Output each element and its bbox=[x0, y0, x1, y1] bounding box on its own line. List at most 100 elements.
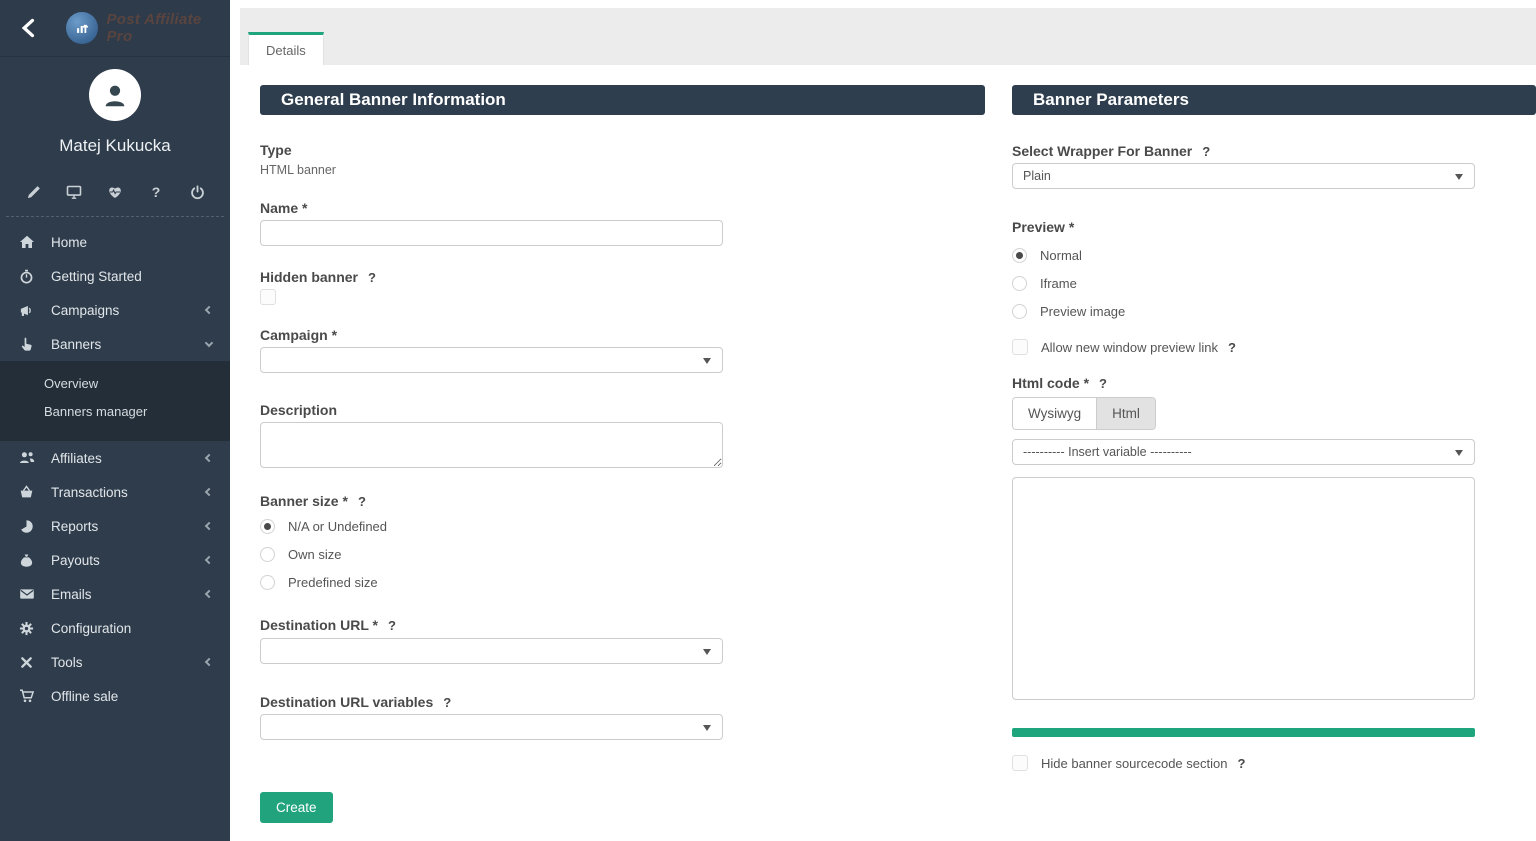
description-textarea[interactable] bbox=[260, 422, 723, 468]
tab-bar: Details bbox=[240, 8, 1536, 65]
destination-url-variables-label-row: Destination URL variables ? bbox=[260, 694, 985, 710]
allow-new-window-checkbox[interactable] bbox=[1012, 339, 1028, 355]
html-code-textarea[interactable] bbox=[1012, 477, 1475, 700]
destination-url-variables-select[interactable] bbox=[260, 714, 723, 740]
allow-new-window-label: Allow new window preview link bbox=[1041, 339, 1219, 355]
preview-label: Preview * bbox=[1012, 219, 1075, 235]
shopping-cart-icon bbox=[18, 688, 35, 704]
preview-radio-iframe[interactable]: Iframe bbox=[1012, 274, 1536, 292]
insert-variable-select[interactable]: ---------- Insert variable ---------- bbox=[1012, 439, 1475, 465]
app-logo-icon[interactable] bbox=[66, 12, 98, 44]
html-code-label-row: Html code * ? bbox=[1012, 375, 1536, 391]
hide-sourcecode-label: Hide banner sourcecode section bbox=[1041, 755, 1228, 771]
progress-bar bbox=[1012, 728, 1475, 737]
hidden-banner-label-row: Hidden banner ? bbox=[260, 269, 985, 285]
help-icon[interactable]: ? bbox=[368, 270, 376, 285]
sidebar-item-label: Getting Started bbox=[51, 268, 142, 284]
wysiwyg-tab[interactable]: Wysiwyg bbox=[1013, 398, 1097, 429]
banner-size-radio-predefined[interactable]: Predefined size bbox=[260, 573, 985, 591]
hidden-banner-checkbox[interactable] bbox=[260, 289, 276, 305]
destination-url-label-row: Destination URL * ? bbox=[260, 617, 985, 633]
sidebar-item-label: Affiliates bbox=[51, 450, 102, 466]
chevron-left-icon bbox=[204, 305, 214, 315]
sidebar-item-offline-sale[interactable]: Offline sale bbox=[0, 679, 230, 713]
caret-down-icon bbox=[1455, 450, 1463, 456]
destination-url-select[interactable] bbox=[260, 638, 723, 664]
sidebar-item-transactions[interactable]: Transactions bbox=[0, 475, 230, 509]
sidebar-item-label: Home bbox=[51, 234, 88, 250]
heart-pulse-icon[interactable] bbox=[106, 183, 124, 201]
sidebar-item-label: Payouts bbox=[51, 552, 100, 568]
sidebar-item-emails[interactable]: Emails bbox=[0, 577, 230, 611]
chevron-down-icon bbox=[204, 338, 214, 347]
submenu-item-banners-manager[interactable]: Banners manager bbox=[0, 398, 230, 426]
banner-size-label: Banner size * bbox=[260, 493, 348, 509]
avatar[interactable] bbox=[89, 69, 141, 121]
chevron-left-icon bbox=[204, 487, 214, 497]
wrapper-label: Select Wrapper For Banner bbox=[1012, 143, 1193, 159]
sidebar-item-reports[interactable]: Reports bbox=[0, 509, 230, 543]
create-button[interactable]: Create bbox=[260, 792, 333, 823]
banner-size-label-row: Banner size * ? bbox=[260, 493, 985, 509]
sidebar-item-payouts[interactable]: Payouts bbox=[0, 543, 230, 577]
caret-down-icon bbox=[703, 358, 711, 364]
tab-details[interactable]: Details bbox=[248, 32, 324, 65]
description-label: Description bbox=[260, 402, 338, 418]
sidebar-item-configuration[interactable]: Configuration bbox=[0, 611, 230, 645]
preview-radio-normal[interactable]: Normal bbox=[1012, 246, 1536, 264]
banner-size-radio-na[interactable]: N/A or Undefined bbox=[260, 517, 985, 535]
sidebar-item-label: Transactions bbox=[51, 484, 128, 500]
sidebar-item-affiliates[interactable]: Affiliates bbox=[0, 441, 230, 475]
stopwatch-icon bbox=[18, 268, 35, 284]
sidebar-item-label: Campaigns bbox=[51, 302, 120, 318]
sidebar-item-label: Banners bbox=[51, 336, 102, 352]
submenu-item-overview[interactable]: Overview bbox=[0, 370, 230, 398]
chevron-left-icon bbox=[204, 657, 214, 667]
sidebar: Post Affiliate Pro Matej Kukucka ? Home … bbox=[0, 0, 230, 841]
campaign-select[interactable] bbox=[260, 347, 723, 373]
sidebar-item-getting-started[interactable]: Getting Started bbox=[0, 259, 230, 293]
caret-down-icon bbox=[703, 649, 711, 655]
sidebar-item-banners[interactable]: Banners bbox=[0, 327, 230, 361]
insert-variable-value: ---------- Insert variable ---------- bbox=[1023, 445, 1192, 459]
power-icon[interactable] bbox=[188, 183, 206, 201]
edit-pencil-icon[interactable] bbox=[24, 183, 42, 201]
hidden-banner-label: Hidden banner bbox=[260, 269, 359, 285]
help-icon[interactable]: ? bbox=[1237, 756, 1245, 771]
basket-icon bbox=[18, 484, 35, 500]
sidebar-item-label: Emails bbox=[51, 586, 92, 602]
help-icon[interactable]: ? bbox=[1099, 376, 1107, 391]
monitor-icon[interactable] bbox=[65, 183, 83, 201]
sidebar-item-home[interactable]: Home bbox=[0, 225, 230, 259]
profile-name: Matej Kukucka bbox=[59, 136, 171, 155]
help-icon[interactable]: ? bbox=[1202, 144, 1210, 159]
type-label: Type bbox=[260, 142, 292, 158]
help-icon[interactable]: ? bbox=[147, 183, 165, 201]
profile-actions: ? bbox=[0, 183, 230, 201]
users-icon bbox=[18, 450, 35, 466]
html-tab[interactable]: Html bbox=[1096, 398, 1155, 429]
wrapper-select[interactable]: Plain bbox=[1012, 163, 1475, 189]
name-input[interactable] bbox=[260, 220, 723, 246]
preview-radio-preview-image[interactable]: Preview image bbox=[1012, 302, 1536, 320]
hand-pointer-icon bbox=[18, 336, 35, 352]
radio-icon bbox=[260, 546, 275, 562]
help-icon[interactable]: ? bbox=[1228, 340, 1236, 355]
banner-size-radio-own[interactable]: Own size bbox=[260, 545, 985, 563]
radio-icon bbox=[1012, 275, 1027, 291]
campaign-label: Campaign * bbox=[260, 327, 338, 343]
hide-sourcecode-checkbox[interactable] bbox=[1012, 755, 1028, 771]
sidebar-nav: Home Getting Started Campaigns Banners O… bbox=[0, 225, 230, 713]
banner-parameters-panel: Banner Parameters Select Wrapper For Ban… bbox=[1012, 85, 1536, 771]
help-icon[interactable]: ? bbox=[443, 695, 451, 710]
collapse-sidebar-button[interactable] bbox=[18, 17, 40, 39]
help-icon[interactable]: ? bbox=[388, 618, 396, 633]
chevron-left-icon bbox=[204, 589, 214, 599]
caret-down-icon bbox=[1455, 174, 1463, 180]
sidebar-item-tools[interactable]: Tools bbox=[0, 645, 230, 679]
help-icon[interactable]: ? bbox=[358, 494, 366, 509]
profile-section: Matej Kukucka ? bbox=[0, 57, 230, 217]
name-label: Name * bbox=[260, 200, 308, 216]
sidebar-item-campaigns[interactable]: Campaigns bbox=[0, 293, 230, 327]
megaphone-icon bbox=[18, 302, 35, 318]
